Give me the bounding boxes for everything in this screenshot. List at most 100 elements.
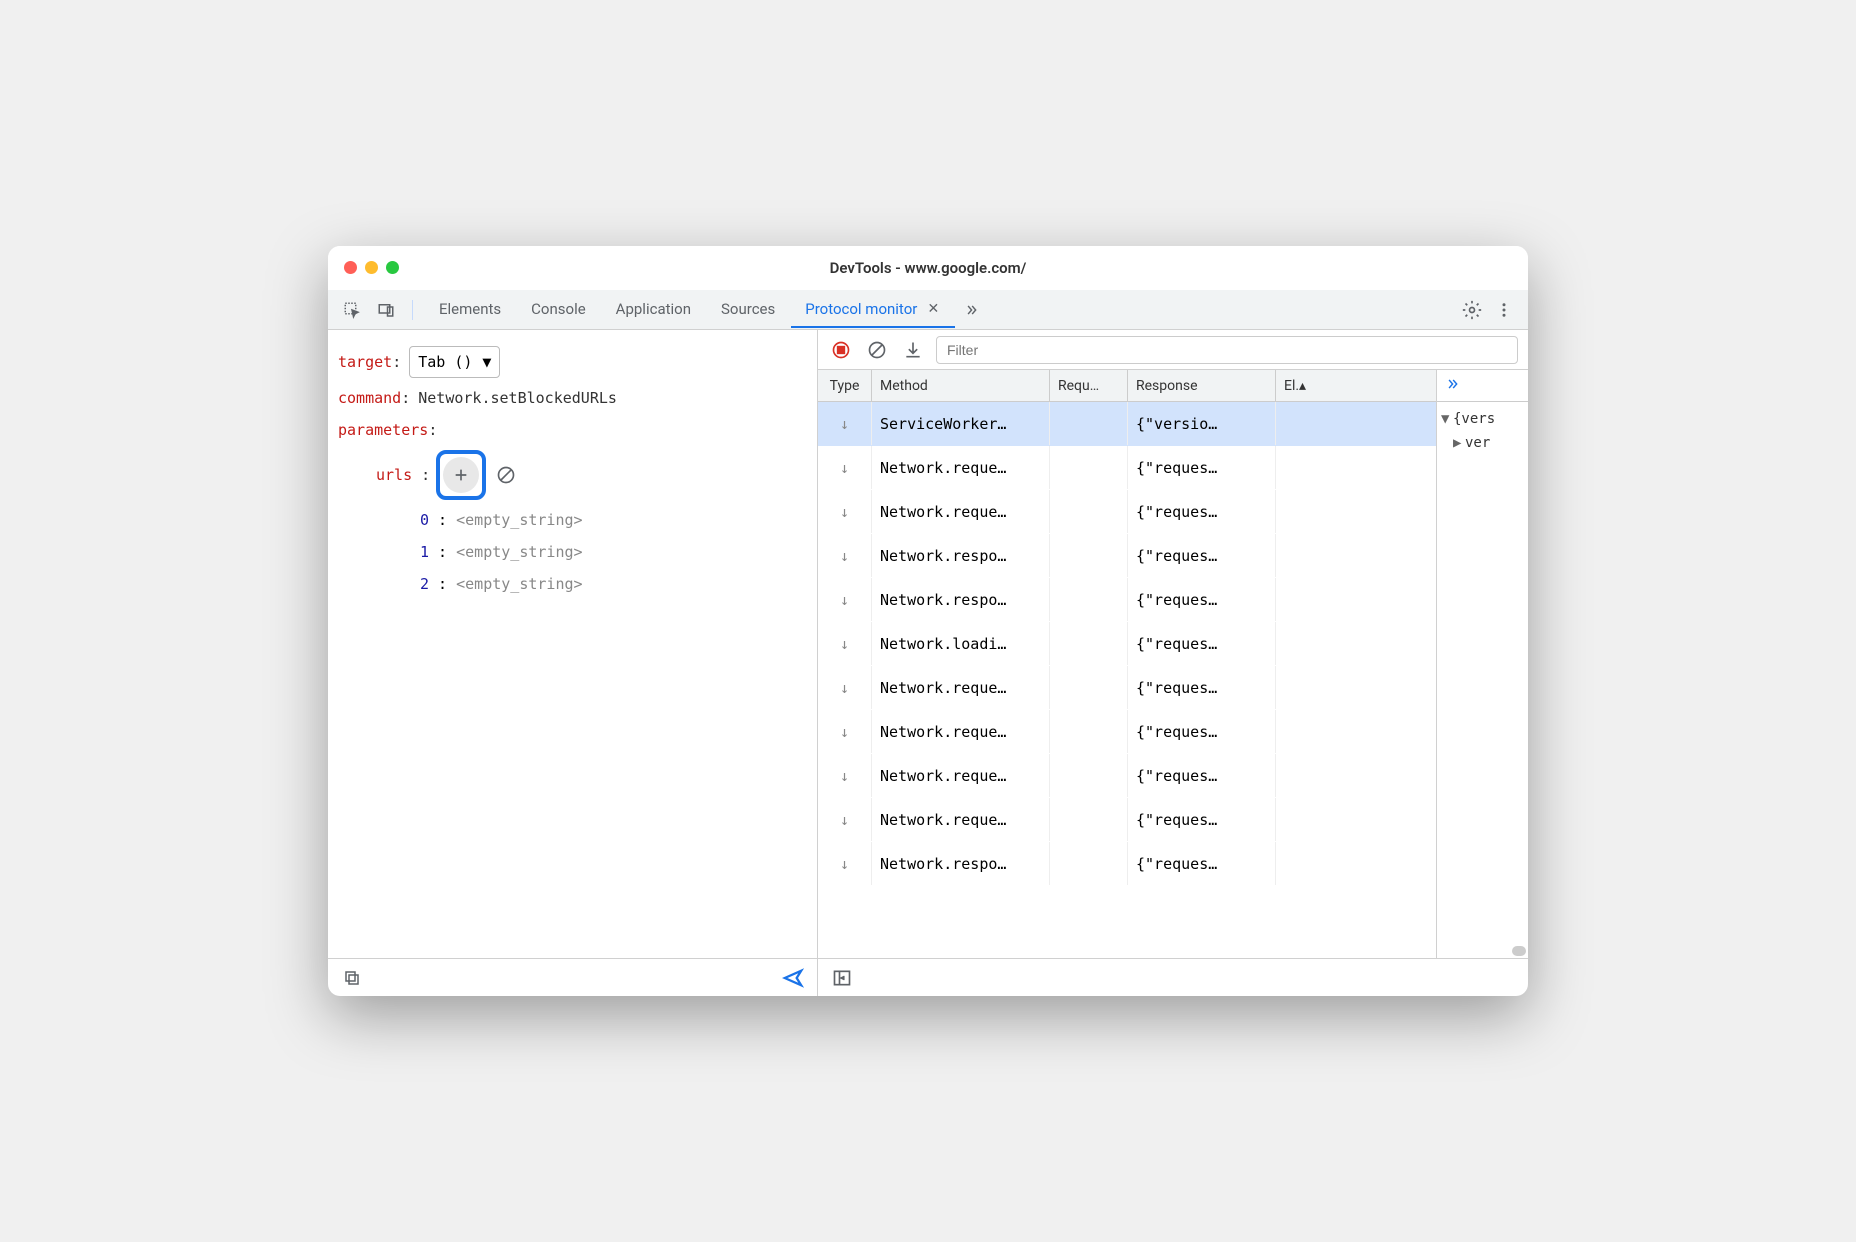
cell-elapsed — [1276, 578, 1330, 621]
main-toolbar: Elements Console Application Sources Pro… — [328, 290, 1528, 330]
cell-request — [1050, 842, 1128, 885]
table-row[interactable]: ↓Network.loadi…{"reques… — [818, 622, 1436, 666]
urls-row: urls : — [338, 446, 807, 504]
traffic-lights — [344, 261, 399, 274]
copy-icon[interactable] — [338, 964, 366, 992]
maximize-window-button[interactable] — [386, 261, 399, 274]
kebab-menu-icon[interactable] — [1490, 296, 1518, 324]
protocol-table: Type Method Requ… Response El.▴ ↓Service… — [818, 370, 1436, 958]
close-tab-icon[interactable]: ✕ — [925, 301, 941, 317]
table-row[interactable]: ↓Network.reque…{"reques… — [818, 446, 1436, 490]
target-row: target: Tab () ▼ — [338, 342, 807, 382]
inspect-element-icon[interactable] — [338, 296, 366, 324]
url-item-2[interactable]: 2 : <empty_string> — [338, 568, 807, 600]
cell-request — [1050, 578, 1128, 621]
table-row[interactable]: ↓ServiceWorker… {"versio… — [818, 402, 1436, 446]
tab-console[interactable]: Console — [517, 292, 600, 328]
col-response-header[interactable]: Response — [1128, 370, 1276, 401]
col-elapsed-header[interactable]: El.▴ — [1276, 370, 1330, 401]
url-item-1[interactable]: 1 : <empty_string> — [338, 536, 807, 568]
cell-method: Network.reque… — [872, 798, 1050, 841]
cell-response: {"versio… — [1128, 402, 1276, 445]
table-header: Type Method Requ… Response El.▴ — [818, 370, 1436, 402]
cell-method: Network.loadi… — [872, 622, 1050, 665]
devtools-window: DevTools - www.google.com/ Elements Cons… — [328, 246, 1528, 996]
command-row: command: Network.setBlockedURLs — [338, 382, 807, 414]
cell-type: ↓ — [818, 666, 872, 709]
col-method-header[interactable]: Method — [872, 370, 1050, 401]
device-toolbar-icon[interactable] — [372, 296, 400, 324]
tab-protocol-monitor[interactable]: Protocol monitor ✕ — [791, 292, 955, 328]
window-title: DevTools - www.google.com/ — [328, 259, 1528, 277]
minimize-window-button[interactable] — [365, 261, 378, 274]
cell-response: {"reques… — [1128, 666, 1276, 709]
cell-method: Network.reque… — [872, 490, 1050, 533]
monitor-footer — [818, 958, 1528, 996]
download-button[interactable] — [900, 337, 926, 363]
caret-right-icon[interactable]: ▶ — [1453, 432, 1465, 456]
table-row[interactable]: ↓Network.reque…{"reques… — [818, 798, 1436, 842]
cell-type: ↓ — [818, 578, 872, 621]
table-body[interactable]: ↓ServiceWorker…{"versio…↓Network.reque…{… — [818, 402, 1436, 958]
cell-elapsed — [1276, 622, 1330, 665]
cell-method: Network.respo… — [872, 534, 1050, 577]
settings-icon[interactable] — [1458, 296, 1486, 324]
record-button[interactable] — [828, 337, 854, 363]
more-tabs-icon[interactable] — [957, 296, 985, 324]
tab-sources[interactable]: Sources — [707, 292, 789, 328]
target-select[interactable]: Tab () ▼ — [409, 346, 500, 378]
col-type-header[interactable]: Type — [818, 370, 872, 401]
cell-response: {"reques… — [1128, 842, 1276, 885]
cell-elapsed — [1276, 798, 1330, 841]
add-url-button[interactable] — [443, 457, 479, 493]
cell-request — [1050, 666, 1128, 709]
tab-strip: Elements Console Application Sources Pro… — [425, 292, 1452, 328]
cell-response: {"reques… — [1128, 534, 1276, 577]
cell-elapsed — [1276, 842, 1330, 885]
scrollbar-thumb[interactable] — [1512, 946, 1526, 956]
url-index: 2 — [420, 572, 429, 596]
url-value: <empty_string> — [456, 540, 582, 564]
toggle-drawer-icon[interactable] — [828, 964, 856, 992]
cell-type: ↓ — [818, 710, 872, 753]
close-window-button[interactable] — [344, 261, 357, 274]
table-row[interactable]: ↓Network.reque…{"reques… — [818, 666, 1436, 710]
clear-log-button[interactable] — [864, 337, 890, 363]
more-tabs-icon[interactable] — [1443, 377, 1461, 395]
cell-type: ↓ — [818, 490, 872, 533]
command-value: Network.setBlockedURLs — [418, 386, 617, 410]
filter-input[interactable] — [936, 336, 1518, 364]
details-body[interactable]: ▼{vers ▶ver — [1437, 402, 1528, 958]
caret-down-icon[interactable]: ▼ — [1441, 408, 1453, 432]
command-label: command — [338, 386, 401, 410]
cell-method: Network.reque… — [872, 446, 1050, 489]
table-row[interactable]: ↓Network.reque…{"reques… — [818, 490, 1436, 534]
horizontal-scrollbar[interactable] — [1437, 944, 1528, 958]
cell-method: Network.respo… — [872, 578, 1050, 621]
tab-label: Elements — [439, 300, 501, 318]
cell-type: ↓ — [818, 402, 872, 445]
clear-urls-button[interactable] — [494, 463, 518, 487]
cell-elapsed — [1276, 446, 1330, 489]
tab-elements[interactable]: Elements — [425, 292, 515, 328]
table-row[interactable]: ↓Network.reque…{"reques… — [818, 754, 1436, 798]
table-row[interactable]: ↓Network.reque…{"reques… — [818, 710, 1436, 754]
url-index: 0 — [420, 508, 429, 532]
url-index: 1 — [420, 540, 429, 564]
send-command-button[interactable] — [779, 964, 807, 992]
cell-method: ServiceWorker… — [872, 402, 1050, 445]
table-row[interactable]: ↓Network.respo…{"reques… — [818, 842, 1436, 886]
col-request-header[interactable]: Requ… — [1050, 370, 1128, 401]
tab-application[interactable]: Application — [602, 292, 705, 328]
command-editor-panel: target: Tab () ▼ command: Network.setBlo… — [328, 330, 818, 996]
cell-type: ↓ — [818, 842, 872, 885]
cell-request — [1050, 710, 1128, 753]
url-item-0[interactable]: 0 : <empty_string> — [338, 504, 807, 536]
cell-type: ↓ — [818, 534, 872, 577]
cell-type: ↓ — [818, 798, 872, 841]
table-row[interactable]: ↓Network.respo… {"reques… — [818, 534, 1436, 578]
tab-label: Sources — [721, 300, 775, 318]
table-row[interactable]: ↓Network.respo…{"reques… — [818, 578, 1436, 622]
cell-method: Network.reque… — [872, 710, 1050, 753]
cell-elapsed — [1276, 402, 1330, 445]
